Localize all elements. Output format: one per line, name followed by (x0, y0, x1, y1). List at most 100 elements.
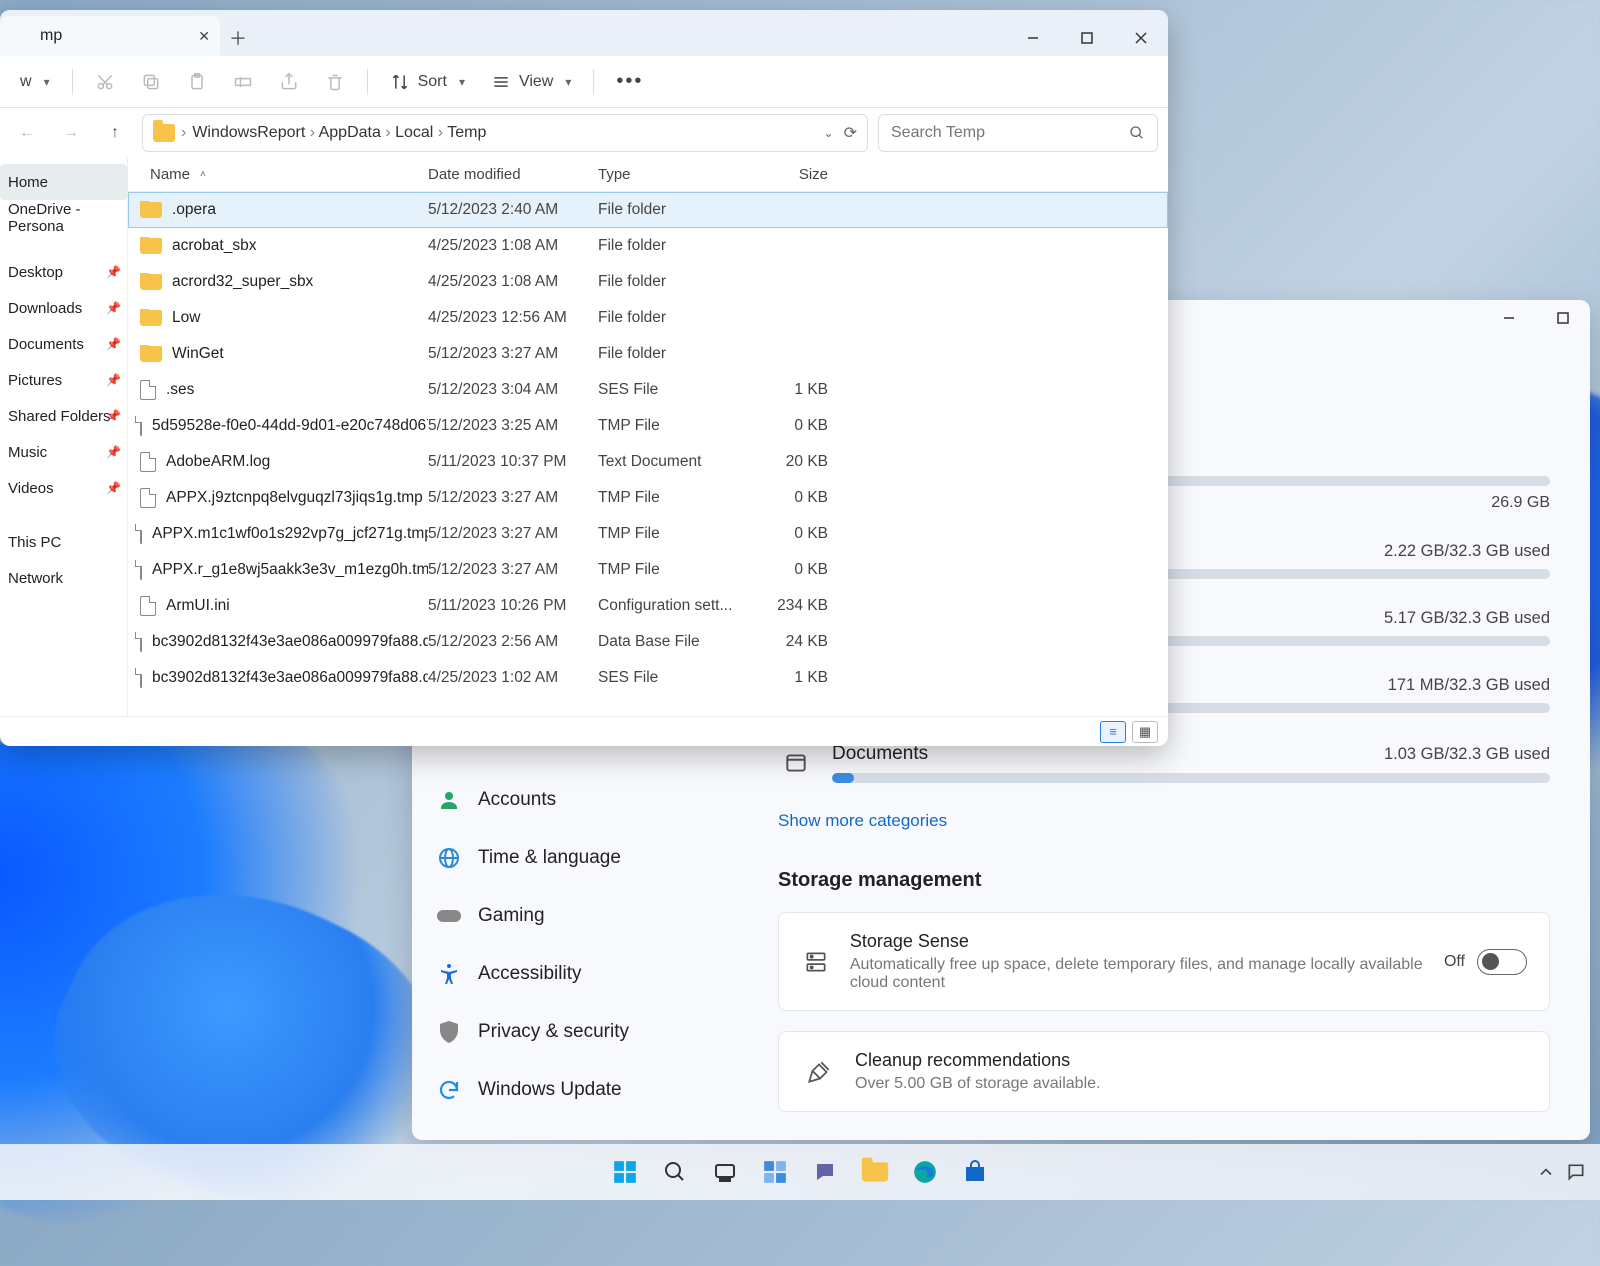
table-row[interactable]: Low4/25/2023 12:56 AMFile folder (128, 300, 1168, 336)
storage-management-header: Storage management (778, 869, 1550, 892)
table-row[interactable]: .ses5/12/2023 3:04 AMSES File1 KB (128, 372, 1168, 408)
view-details-button[interactable]: ≡ (1100, 721, 1126, 743)
more-button[interactable]: ••• (606, 62, 653, 102)
view-thumbnails-button[interactable]: ▦ (1132, 721, 1158, 743)
view-menu-button[interactable]: View▾ (481, 62, 581, 102)
task-view-button[interactable] (705, 1152, 745, 1192)
breadcrumb-segment[interactable]: Temp (447, 124, 486, 141)
tray-notification-icon[interactable] (1566, 1162, 1586, 1182)
column-headers: Name ˄ Date modified Type Size (128, 158, 1168, 192)
copy-button[interactable] (131, 62, 171, 102)
chat-button[interactable] (805, 1152, 845, 1192)
search-input[interactable] (891, 124, 1129, 142)
sidebar-item[interactable]: This PC (0, 524, 127, 560)
settings-nav-item[interactable]: Time & language (436, 838, 748, 878)
settings-nav-item[interactable]: Privacy & security (436, 1012, 748, 1052)
minimize-button[interactable] (1006, 20, 1060, 56)
storage-sense-card[interactable]: Storage Sense Automatically free up spac… (778, 912, 1550, 1011)
person-icon (436, 787, 462, 813)
breadcrumb-segment[interactable]: AppData (319, 124, 381, 141)
explorer-tab[interactable]: mp ✕ (0, 16, 220, 56)
file-size: 1 KB (748, 381, 848, 399)
broom-icon (801, 1054, 837, 1090)
back-button[interactable]: ← (10, 116, 44, 150)
sidebar-item[interactable]: Downloads📌 (0, 290, 127, 326)
table-row[interactable]: bc3902d8132f43e3ae086a009979fa88.db.ses4… (128, 660, 1168, 696)
settings-nav-item[interactable]: Accessibility (436, 954, 748, 994)
gamepad-icon (436, 903, 462, 929)
sidebar-item[interactable]: Desktop📌 (0, 254, 127, 290)
sidebar-item[interactable]: Home (0, 164, 127, 200)
show-more-categories-link[interactable]: Show more categories (778, 811, 947, 831)
new-tab-button[interactable]: ＋ (220, 20, 256, 56)
delete-button[interactable] (315, 62, 355, 102)
table-row[interactable]: ArmUI.ini5/11/2023 10:26 PMConfiguration… (128, 588, 1168, 624)
table-row[interactable]: WinGet5/12/2023 3:27 AMFile folder (128, 336, 1168, 372)
sidebar-item[interactable]: Pictures📌 (0, 362, 127, 398)
sidebar-item[interactable]: Videos📌 (0, 470, 127, 506)
search-box[interactable] (878, 114, 1158, 152)
breadcrumb[interactable]: › WindowsReport › AppData › Local › Temp… (142, 114, 868, 152)
column-date[interactable]: Date modified (428, 166, 598, 183)
column-name[interactable]: Name ˄ (128, 166, 428, 183)
taskbar-store-button[interactable] (955, 1152, 995, 1192)
table-row[interactable]: APPX.j9ztcnpq8elvguqzl73jiqs1g.tmp5/12/2… (128, 480, 1168, 516)
file-type: File folder (598, 309, 748, 327)
column-size[interactable]: Size (748, 166, 848, 183)
file-name: Low (172, 309, 200, 327)
settings-nav-item[interactable]: Windows Update (436, 1070, 748, 1110)
forward-button[interactable]: → (54, 116, 88, 150)
table-row[interactable]: .opera5/12/2023 2:40 AMFile folder (128, 192, 1168, 228)
sidebar-item[interactable]: Music📌 (0, 434, 127, 470)
breadcrumb-segment[interactable]: WindowsReport (192, 124, 305, 141)
file-list: Name ˄ Date modified Type Size .opera5/1… (128, 158, 1168, 716)
tab-close-icon[interactable]: ✕ (198, 28, 210, 45)
share-button[interactable] (269, 62, 309, 102)
taskbar-explorer-button[interactable] (855, 1152, 895, 1192)
table-row[interactable]: bc3902d8132f43e3ae086a009979fa88.db5/12/… (128, 624, 1168, 660)
file-size: 0 KB (748, 561, 848, 579)
folder-icon (140, 310, 162, 326)
file-type: File folder (598, 345, 748, 363)
table-row[interactable]: AdobeARM.log5/11/2023 10:37 PMText Docum… (128, 444, 1168, 480)
file-type: SES File (598, 381, 748, 399)
refresh-button[interactable]: ⟳ (844, 123, 857, 143)
close-button[interactable] (1114, 20, 1168, 56)
table-row[interactable]: acrobat_sbx4/25/2023 1:08 AMFile folder (128, 228, 1168, 264)
widgets-button[interactable] (755, 1152, 795, 1192)
taskbar-edge-button[interactable] (905, 1152, 945, 1192)
file-size: 24 KB (748, 633, 848, 651)
storage-sense-toggle[interactable] (1477, 949, 1527, 975)
sort-menu-button[interactable]: Sort▾ (380, 62, 475, 102)
start-button[interactable] (605, 1152, 645, 1192)
settings-nav-item[interactable]: Gaming (436, 896, 748, 936)
paste-button[interactable] (177, 62, 217, 102)
file-icon (140, 560, 142, 580)
table-row[interactable]: acrord32_super_sbx4/25/2023 1:08 AMFile … (128, 264, 1168, 300)
pin-icon: 📌 (106, 337, 121, 351)
cleanup-recommendations-card[interactable]: Cleanup recommendations Over 5.00 GB of … (778, 1031, 1550, 1112)
up-button[interactable]: ↑ (98, 116, 132, 150)
column-type[interactable]: Type (598, 166, 748, 183)
breadcrumb-segment[interactable]: Local (395, 124, 433, 141)
cut-button[interactable] (85, 62, 125, 102)
tray-chevron-icon[interactable] (1536, 1162, 1556, 1182)
sidebar-item[interactable]: Documents📌 (0, 326, 127, 362)
table-row[interactable]: APPX.m1c1wf0o1s292vp7g_jcf271g.tmp5/12/2… (128, 516, 1168, 552)
storage-category[interactable]: Documents1.03 GB/32.3 GB used (778, 743, 1550, 783)
settings-nav-item[interactable]: Accounts (436, 780, 748, 820)
file-size: 0 KB (748, 489, 848, 507)
sidebar-item[interactable]: Network (0, 560, 127, 596)
file-date: 5/11/2023 10:26 PM (428, 597, 598, 615)
file-date: 5/12/2023 2:56 AM (428, 633, 598, 651)
new-menu-button[interactable]: w▾ (10, 62, 60, 102)
rename-button[interactable] (223, 62, 263, 102)
maximize-button[interactable] (1060, 20, 1114, 56)
table-row[interactable]: 5d59528e-f0e0-44dd-9d01-e20c748d067f....… (128, 408, 1168, 444)
sidebar-item[interactable]: Shared Folders📌 (0, 398, 127, 434)
table-row[interactable]: APPX.r_g1e8wj5aakk3e3v_m1ezg0h.tmp5/12/2… (128, 552, 1168, 588)
breadcrumb-dropdown[interactable]: ⌄ (824, 126, 834, 140)
system-tray[interactable] (1536, 1162, 1586, 1182)
taskbar-search-button[interactable] (655, 1152, 695, 1192)
sidebar-item[interactable]: OneDrive - Persona (0, 200, 127, 236)
